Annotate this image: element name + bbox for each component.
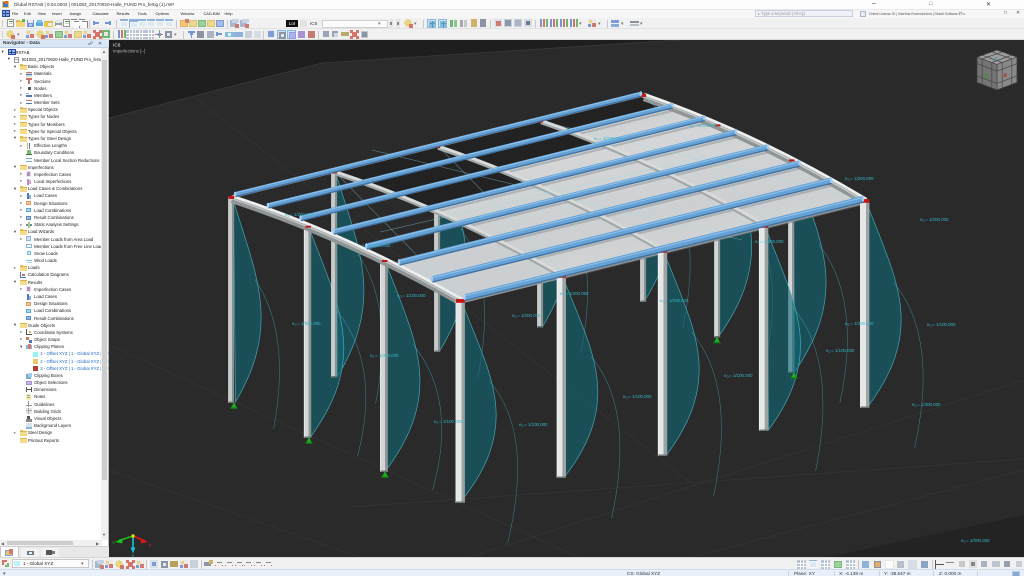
svg-text:= 1/300.000: = 1/300.000 — [297, 321, 321, 326]
svg-text:= 1/300.000: = 1/300.000 — [375, 353, 399, 358]
svg-text:= 1/200.000: = 1/200.000 — [694, 123, 718, 128]
svg-text:= 1/200.000: = 1/200.000 — [760, 239, 784, 244]
svg-text:= 1/200.000: = 1/200.000 — [290, 212, 314, 217]
svg-text:= 1/300.000: = 1/300.000 — [917, 402, 941, 407]
svg-text:Y: Y — [112, 541, 115, 546]
svg-text:= 1/200.000: = 1/200.000 — [599, 136, 623, 141]
svg-text:= 1/200.000: = 1/200.000 — [850, 176, 874, 181]
svg-text:= 1/200.000: = 1/200.000 — [925, 217, 949, 222]
svg-text:x: x — [1004, 72, 1008, 79]
svg-text:Imperfections [--]: Imperfections [--] — [113, 49, 145, 54]
svg-text:= 1/000.000: = 1/000.000 — [966, 538, 990, 543]
svg-text:= 1/200.000: = 1/200.000 — [517, 313, 541, 318]
svg-text:= 1/300.000: = 1/300.000 — [367, 243, 391, 248]
svg-text:= 1/100.000: = 1/100.000 — [932, 322, 956, 327]
svg-text:= 1/100.000: = 1/100.000 — [524, 422, 548, 427]
svg-text:= 1/300.000: = 1/300.000 — [850, 321, 874, 326]
svg-text:z: z — [995, 57, 998, 63]
svg-text:X: X — [149, 543, 152, 548]
svg-text:= 1/200.000: = 1/200.000 — [665, 298, 689, 303]
svg-text:= 1/100.000: = 1/100.000 — [831, 348, 855, 353]
svg-text:= 1/100.000: = 1/100.000 — [628, 394, 652, 399]
svg-text:= 1/100.000: = 1/100.000 — [439, 419, 463, 424]
svg-text:y: y — [984, 72, 988, 79]
svg-text:= 1/200.000: = 1/200.000 — [565, 291, 589, 296]
svg-text:= 1/100.000: = 1/100.000 — [402, 293, 426, 298]
svg-text:= 1/100.000: = 1/100.000 — [729, 373, 753, 378]
